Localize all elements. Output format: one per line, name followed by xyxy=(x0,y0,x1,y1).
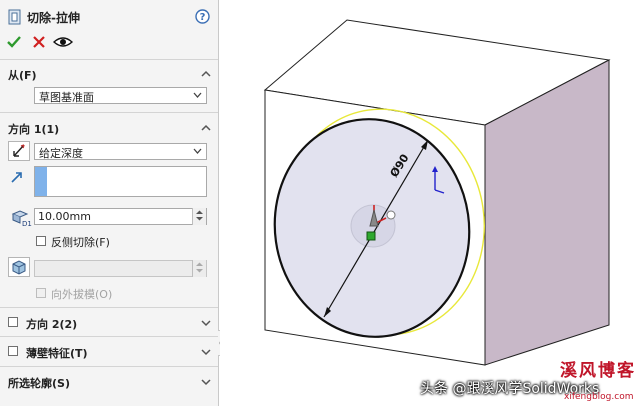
direction1-section-header[interactable]: 方向 1(1) xyxy=(0,118,218,138)
thin-feature-label: 薄壁特征(T) xyxy=(26,347,88,360)
from-section-label: 从(F) xyxy=(8,69,37,82)
draft-outward-checkbox xyxy=(36,288,46,298)
thin-feature-section-header[interactable]: 薄壁特征(T) xyxy=(0,342,218,362)
cancel-button[interactable] xyxy=(31,34,47,50)
selection-active-indicator xyxy=(35,167,47,196)
draft-outward-label: 向外拔模(O) xyxy=(51,288,113,301)
help-icon[interactable]: ? xyxy=(195,9,210,24)
origin-point xyxy=(386,210,396,220)
site-watermark: xifengblog.com xyxy=(564,392,634,402)
divider xyxy=(0,336,218,337)
draft-button[interactable] xyxy=(8,257,30,277)
from-section-header[interactable]: 从(F) xyxy=(0,64,218,84)
end-condition-select[interactable]: 给定深度 xyxy=(34,143,207,160)
reverse-direction-button[interactable] xyxy=(8,141,30,161)
reverse-direction-icon xyxy=(13,144,25,157)
feature-title: 切除-拉伸 xyxy=(27,11,80,25)
chevron-down-icon xyxy=(193,148,202,154)
chevron-down-icon xyxy=(193,92,202,98)
divider xyxy=(0,112,218,113)
graphics-viewport[interactable]: Ø90 头条 @跟溪风学SolidWorks 溪风博客 xifengblog.c… xyxy=(220,0,640,406)
blog-name-watermark: 溪风博客 xyxy=(560,361,636,381)
draft-angle-input xyxy=(34,260,207,277)
divider xyxy=(0,366,218,367)
svg-text:D1: D1 xyxy=(22,220,32,227)
flip-side-checkbox[interactable] xyxy=(36,236,46,246)
model-view: Ø90 xyxy=(263,19,611,366)
svg-text:?: ? xyxy=(200,12,206,23)
direction-reference-selection-box[interactable] xyxy=(34,166,207,197)
depth-spinner[interactable] xyxy=(192,208,206,225)
chevron-up-icon xyxy=(201,70,211,77)
flip-side-label: 反侧切除(F) xyxy=(51,236,110,249)
chevron-up-icon xyxy=(201,124,211,131)
direction-vector-icon xyxy=(10,170,24,184)
direction2-label: 方向 2(2) xyxy=(26,318,78,331)
feature-icon xyxy=(8,9,22,25)
depth-value: 10.00mm xyxy=(38,210,91,223)
property-manager-panel: 切除-拉伸 ? 从(F) 草图基准面 方向 1(1) 给定深度 D1 10.00… xyxy=(0,0,219,406)
chevron-down-icon xyxy=(201,349,211,356)
depth-icon: D1 xyxy=(10,209,32,228)
thin-feature-checkbox[interactable] xyxy=(8,346,18,356)
divider xyxy=(0,307,218,308)
start-condition-select[interactable]: 草图基准面 xyxy=(34,87,207,104)
direction1-label: 方向 1(1) xyxy=(8,123,60,136)
draft-angle-spinner xyxy=(192,260,206,277)
checkmark-icon xyxy=(7,36,21,48)
direction2-section-header[interactable]: 方向 2(2) xyxy=(0,313,218,333)
draft-icon xyxy=(12,260,26,275)
x-icon xyxy=(33,36,45,48)
selected-contours-section-header[interactable]: 所选轮廓(S) xyxy=(0,372,218,392)
sketch-origin-marker xyxy=(366,231,376,241)
selected-contours-label: 所选轮廓(S) xyxy=(8,377,70,390)
depth-input[interactable]: 10.00mm xyxy=(34,208,207,225)
eye-icon xyxy=(52,37,74,47)
direction2-checkbox[interactable] xyxy=(8,317,18,327)
end-condition-value: 给定深度 xyxy=(39,147,83,160)
preview-button[interactable] xyxy=(52,34,74,50)
start-condition-value: 草图基准面 xyxy=(39,91,94,104)
divider xyxy=(0,59,218,60)
chevron-down-icon xyxy=(201,379,211,386)
ok-button[interactable] xyxy=(6,34,22,50)
chevron-down-icon xyxy=(201,320,211,327)
